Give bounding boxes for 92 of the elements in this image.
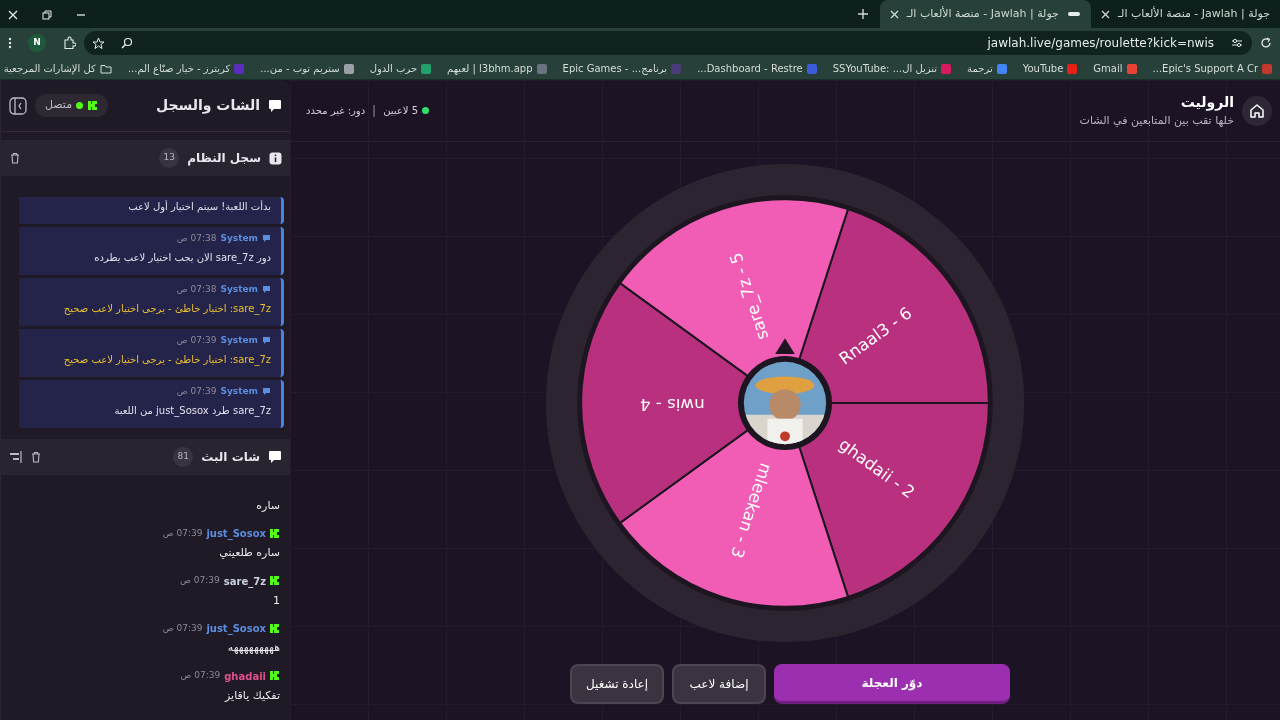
pointer-icon — [775, 338, 795, 354]
bookmark[interactable]: حرب الدول — [369, 61, 432, 76]
spin-button[interactable]: دوّر العجلة — [774, 664, 1010, 704]
sender-name: System — [220, 385, 258, 398]
bookmark[interactable]: تنزيل ال... :SSYouTube — [832, 61, 952, 76]
trash-icon[interactable] — [9, 152, 21, 164]
kick-icon — [87, 100, 99, 111]
action-button[interactable]: إضافة لاعب — [672, 664, 766, 704]
bookmark[interactable]: برنامج... - Epic Games — [562, 61, 682, 76]
tab-title: جولة | Jawlah - منصة الألعاب الـ — [1117, 5, 1270, 22]
bookmark[interactable]: Dashboard - Restre... — [697, 61, 817, 76]
close-icon[interactable] — [8, 10, 18, 20]
menu-icon[interactable] — [8, 37, 12, 49]
timestamp: 07:39 ص — [180, 669, 221, 683]
extensions-icon[interactable] — [62, 36, 76, 50]
log-message: sare_7z: اختيار خاطئ - يرجى اختيار لاعب صحيح — [62, 352, 271, 367]
kick-icon — [270, 671, 280, 681]
bookmark[interactable]: Gmail — [1093, 61, 1137, 76]
system-icon — [262, 234, 271, 244]
chat-message: ساره — [255, 497, 280, 514]
bookmark[interactable]: Epic's Support A Cr... — [1152, 61, 1272, 76]
home-button[interactable] — [1242, 95, 1272, 126]
game-subtitle: خلها تقب بين المتابعين في الشات — [1079, 112, 1234, 129]
chat-message: ساره طلعيني — [218, 545, 280, 561]
bookmark[interactable]: l3bhm.app | لعبهم — [447, 61, 547, 76]
status-dot — [422, 107, 429, 114]
log-message: بدأت اللعبة! سيتم اختيار أول لاعب — [127, 199, 271, 214]
bookmark[interactable]: ترجمة — [967, 61, 1007, 76]
timestamp: 07:38 ص — [176, 283, 217, 296]
connection-status: متصل — [35, 94, 109, 117]
game-title: الروليت — [1179, 92, 1234, 113]
kick-icon — [270, 576, 280, 586]
section-title: شات البث — [201, 449, 260, 466]
turn-status: دور: غير محدد — [306, 104, 366, 118]
system-icon — [262, 336, 271, 346]
chat-message: 1 — [272, 592, 280, 609]
player-count: 5 لاعبين — [383, 104, 418, 118]
collapse-panel-icon[interactable] — [9, 96, 27, 115]
log-message: sare_7z طرد just_Sosox من اللعبة — [113, 403, 271, 418]
timestamp: 07:38 ص — [176, 232, 217, 245]
sender-name: System — [220, 283, 258, 296]
username: sare_7z — [223, 574, 266, 589]
timestamp: 07:39 ص — [176, 385, 217, 398]
kick-icon — [270, 623, 280, 634]
home-icon — [1249, 102, 1265, 119]
username: just_Sosox — [206, 622, 266, 636]
close-icon[interactable] — [1100, 9, 1110, 19]
count-badge: 81 — [173, 447, 194, 467]
reload-icon[interactable] — [1260, 37, 1272, 49]
sender-name: System — [220, 232, 258, 245]
star-icon[interactable] — [92, 36, 105, 50]
chat-icon — [268, 450, 282, 464]
folder-icon — [99, 63, 112, 74]
chat-icon — [268, 98, 282, 113]
username: just_Sosox — [206, 527, 266, 541]
bookmark[interactable]: ستريم توب - من... — [260, 61, 354, 76]
kick-icon — [270, 528, 280, 539]
log-message: sare_7z: اختيار خاطئ - يرجى اختيار لاعب صحيح — [62, 301, 271, 316]
all-bookmarks[interactable]: كل الإشارات المرجعية — [3, 61, 112, 76]
sender-name: System — [220, 334, 258, 347]
align-icon[interactable] — [9, 451, 22, 463]
sidebar-title: الشات والسجل — [155, 96, 260, 116]
profile-avatar[interactable]: N — [28, 34, 46, 52]
log-message: دور sare_7z الان يجب اختيار لاعب يطرده — [93, 250, 271, 265]
site-settings-icon[interactable] — [1230, 37, 1244, 49]
timestamp: 07:39 ص — [162, 526, 203, 540]
restore-icon[interactable] — [42, 10, 52, 20]
timestamp: 07:39 ص — [162, 621, 203, 635]
bookmark[interactable]: كريترز - خيار صنّاع الم... — [127, 61, 245, 76]
site-icon — [1066, 10, 1081, 18]
system-icon — [262, 387, 271, 397]
system-icon — [262, 285, 271, 295]
chat-message: هههههههههه — [226, 640, 280, 656]
segment-label: nwis - 4 — [639, 394, 705, 414]
timestamp: 07:39 ص — [180, 574, 220, 588]
new-tab-icon[interactable] — [857, 9, 868, 19]
count-badge: 13 — [159, 148, 180, 168]
browser-tab[interactable]: جولة | Jawlah - منصة الألعاب الـ — [879, 0, 1091, 28]
username: ghadaii — [224, 669, 266, 684]
close-icon[interactable] — [889, 9, 899, 19]
action-button[interactable]: إعادة تشغيل — [570, 664, 664, 704]
section-title: سجل النظام — [187, 150, 261, 167]
info-icon — [269, 151, 282, 165]
chat-message: تفكيك ياقايز — [223, 687, 280, 704]
browser-tab[interactable]: جولة | Jawlah - منصة الألعاب الـ — [1090, 0, 1280, 28]
tab-title: جولة | Jawlah - منصة الألعاب الـ — [906, 5, 1059, 22]
zoom-icon[interactable] — [121, 37, 133, 49]
bookmark[interactable]: YouTube — [1022, 61, 1078, 76]
address-field[interactable]: jawlah.live/games/roulette?kick=nwis — [987, 34, 1214, 52]
trash-icon[interactable] — [30, 451, 42, 463]
segment-label: sare_7z - 5 — [726, 250, 773, 343]
timestamp: 07:39 ص — [176, 334, 217, 347]
